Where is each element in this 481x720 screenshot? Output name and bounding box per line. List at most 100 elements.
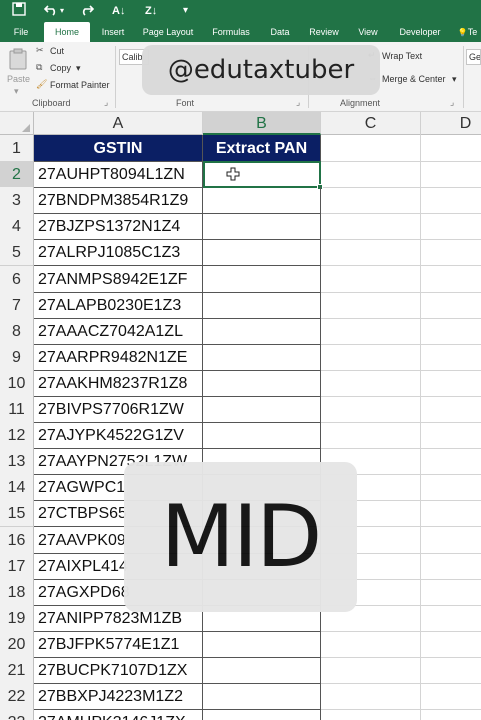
empty-cell[interactable]: [321, 396, 421, 423]
row-header[interactable]: 15: [0, 500, 34, 528]
gstin-cell[interactable]: 27AMHPK3146J1ZX: [34, 709, 203, 720]
empty-cell[interactable]: [321, 161, 421, 189]
column-header-d[interactable]: D: [421, 112, 481, 135]
empty-cell[interactable]: [321, 213, 421, 241]
row-header[interactable]: 5: [0, 239, 34, 267]
redo-icon[interactable]: [80, 2, 95, 21]
empty-cell[interactable]: [421, 500, 481, 528]
gstin-cell[interactable]: 27AARPR9482N1ZE: [34, 343, 203, 371]
row-header[interactable]: 20: [0, 630, 34, 658]
empty-cell[interactable]: [321, 135, 421, 162]
empty-cell[interactable]: [421, 605, 481, 632]
row-header[interactable]: 6: [0, 265, 34, 293]
tab-formulas[interactable]: Formulas: [205, 22, 257, 42]
column-header-b[interactable]: B: [203, 112, 321, 135]
row-header[interactable]: 13: [0, 448, 34, 476]
empty-cell[interactable]: [321, 683, 421, 711]
cut-button[interactable]: ✂ Cut: [36, 45, 96, 59]
gstin-cell[interactable]: 27BJZPS1372N1Z4: [34, 213, 203, 241]
empty-cell[interactable]: [421, 683, 481, 711]
empty-cell[interactable]: [421, 370, 481, 397]
empty-cell[interactable]: [421, 579, 481, 606]
tab-file[interactable]: File: [4, 22, 38, 42]
pan-cell[interactable]: [203, 213, 321, 241]
empty-cell[interactable]: [421, 474, 481, 502]
header-cell-extract-pan[interactable]: Extract PAN: [203, 135, 321, 162]
pan-cell[interactable]: [203, 343, 321, 371]
empty-cell[interactable]: [421, 318, 481, 345]
merge-center-button[interactable]: ⇔ Merge & Center ▾: [368, 73, 468, 87]
dropdown-icon[interactable]: ▾: [60, 2, 64, 20]
select-all-button[interactable]: [0, 112, 34, 135]
gstin-cell[interactable]: 27BNDPM3854R1Z9: [34, 187, 203, 215]
empty-cell[interactable]: [321, 317, 421, 345]
empty-cell[interactable]: [321, 709, 421, 720]
pan-cell[interactable]: [203, 657, 321, 684]
column-header-a[interactable]: A: [34, 112, 203, 135]
pan-cell[interactable]: [203, 187, 321, 215]
empty-cell[interactable]: [421, 344, 481, 371]
empty-cell[interactable]: [421, 527, 481, 554]
row-header[interactable]: 21: [0, 657, 34, 684]
copy-button[interactable]: ⧉ Copy ▾: [36, 62, 96, 76]
gstin-cell[interactable]: 27AAACZ7042A1ZL: [34, 317, 203, 345]
pan-cell[interactable]: [203, 683, 321, 711]
tab-home[interactable]: Home: [44, 22, 90, 42]
row-header[interactable]: 3: [0, 187, 34, 215]
row-header[interactable]: 7: [0, 291, 34, 319]
empty-cell[interactable]: [321, 343, 421, 371]
font-launcher-icon[interactable]: ⌟: [296, 97, 300, 108]
format-painter-button[interactable]: 🖌 Format Painter: [36, 79, 116, 93]
tab-page-layout[interactable]: Page Layout: [136, 22, 200, 42]
row-header[interactable]: 16: [0, 526, 34, 554]
gstin-cell[interactable]: 27AJYPK4522G1ZV: [34, 422, 203, 450]
row-header[interactable]: 1: [0, 135, 34, 162]
row-header[interactable]: 10: [0, 369, 34, 397]
gstin-cell[interactable]: 27ALAPB0230E1Z3: [34, 291, 203, 319]
pan-cell[interactable]: [203, 369, 321, 397]
empty-cell[interactable]: [421, 266, 481, 293]
row-header[interactable]: 2: [0, 161, 34, 189]
empty-cell[interactable]: [321, 291, 421, 319]
empty-cell[interactable]: [421, 213, 481, 241]
gstin-cell[interactable]: 27BUCPK7107D1ZX: [34, 657, 203, 684]
sort-ascending-icon[interactable]: A↓: [112, 2, 125, 20]
gstin-cell[interactable]: 27ALRPJ1085C1Z3: [34, 239, 203, 267]
pan-cell[interactable]: [203, 291, 321, 319]
paste-button[interactable]: Paste ▾: [4, 46, 32, 96]
alignment-launcher-icon[interactable]: ⌟: [450, 97, 454, 108]
gstin-cell[interactable]: 27AUHPT8094L1ZN: [34, 161, 203, 189]
number-format-dropdown[interactable]: Ger: [466, 49, 481, 65]
empty-cell[interactable]: [421, 448, 481, 476]
empty-cell[interactable]: [421, 709, 481, 720]
clipboard-launcher-icon[interactable]: ⌟: [104, 97, 108, 108]
empty-cell[interactable]: [321, 187, 421, 215]
empty-cell[interactable]: [321, 369, 421, 397]
gstin-cell[interactable]: 27BJFPK5774E1Z1: [34, 630, 203, 658]
empty-cell[interactable]: [421, 239, 481, 267]
tab-review[interactable]: Review: [302, 22, 346, 42]
gstin-cell[interactable]: 27ANMPS8942E1ZF: [34, 265, 203, 293]
pan-cell[interactable]: [203, 265, 321, 293]
pan-cell[interactable]: [203, 709, 321, 720]
row-header[interactable]: 23: [0, 709, 34, 720]
empty-cell[interactable]: [421, 292, 481, 319]
save-icon[interactable]: [12, 2, 26, 21]
row-header[interactable]: 18: [0, 578, 34, 606]
pan-cell[interactable]: [203, 239, 321, 267]
empty-cell[interactable]: [321, 630, 421, 658]
column-header-c[interactable]: C: [321, 112, 421, 135]
empty-cell[interactable]: [421, 135, 481, 162]
tab-data[interactable]: Data: [262, 22, 298, 42]
active-cell[interactable]: [203, 161, 321, 189]
row-header[interactable]: 4: [0, 213, 34, 241]
empty-cell[interactable]: [321, 265, 421, 293]
empty-cell[interactable]: [421, 187, 481, 215]
row-header[interactable]: 19: [0, 604, 34, 632]
row-header[interactable]: 17: [0, 552, 34, 580]
row-header[interactable]: 8: [0, 317, 34, 345]
pan-cell[interactable]: [203, 317, 321, 345]
pan-cell[interactable]: [203, 396, 321, 423]
row-header[interactable]: 22: [0, 683, 34, 711]
gstin-cell[interactable]: 27BBXPJ4223M1Z2: [34, 683, 203, 711]
